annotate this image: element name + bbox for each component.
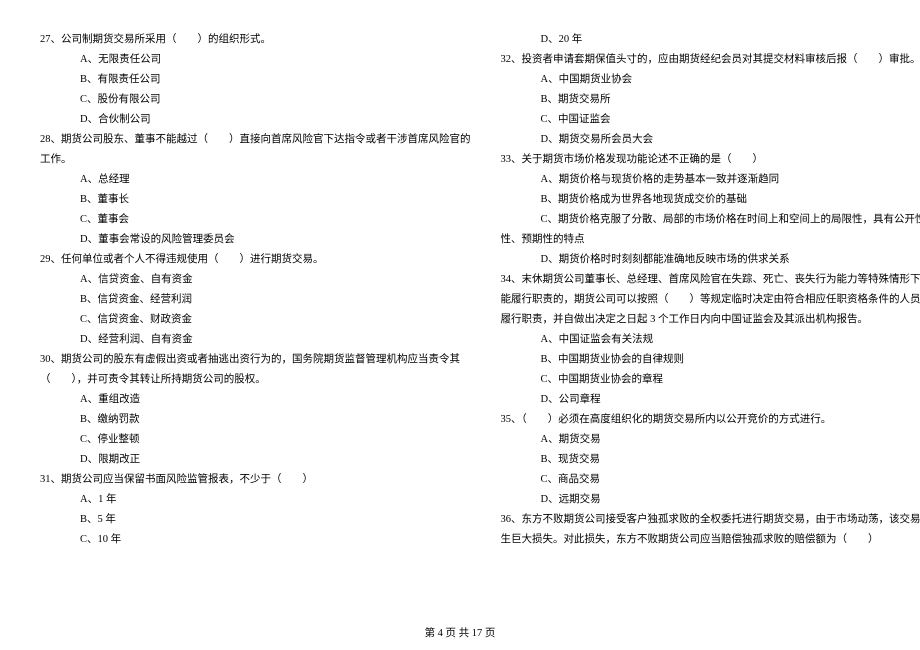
option: B、董事长: [40, 190, 471, 210]
option: B、中国期货业协会的自律规则: [501, 350, 920, 370]
option: C、信贷资金、财政资金: [40, 310, 471, 330]
option: D、限期改正: [40, 450, 471, 470]
option: D、远期交易: [501, 490, 920, 510]
option: C、期货价格克服了分散、局部的市场价格在时间上和空间上的局限性，具有公开性、连续: [501, 210, 920, 230]
question-35: 35、（ ）必须在高度组织化的期货交易所内以公开竞价的方式进行。: [501, 410, 920, 430]
option: D、期货交易所会员大会: [501, 130, 920, 150]
option: A、1 年: [40, 490, 471, 510]
question-30: 30、期货公司的股东有虚假出资或者抽逃出资行为的，国务院期货监督管理机构应当责令…: [40, 350, 471, 370]
option: A、中国证监会有关法规: [501, 330, 920, 350]
option: B、缴纳罚款: [40, 410, 471, 430]
option: D、经营利润、自有资金: [40, 330, 471, 350]
question-36: 36、东方不败期货公司接受客户独孤求败的全权委托进行期货交易，由于市场动荡，该交…: [501, 510, 920, 530]
option: B、期货交易所: [501, 90, 920, 110]
option: C、董事会: [40, 210, 471, 230]
option: C、10 年: [40, 530, 471, 550]
question-34-cont2: 履行职责，并自做出决定之日起 3 个工作日内向中国证监会及其派出机构报告。: [501, 310, 920, 330]
option: D、公司章程: [501, 390, 920, 410]
question-33: 33、关于期货市场价格发现功能论述不正确的是（ ）: [501, 150, 920, 170]
question-27: 27、公司制期货交易所采用（ ）的组织形式。: [40, 30, 471, 50]
option: C、停业整顿: [40, 430, 471, 450]
question-32: 32、投资者申请套期保值头寸的，应由期货经纪会员对其提交材料审核后报（ ）审批。: [501, 50, 920, 70]
option: C、中国证监会: [501, 110, 920, 130]
page-content: 27、公司制期货交易所采用（ ）的组织形式。 A、无限责任公司 B、有限责任公司…: [40, 30, 880, 610]
option: B、期货价格成为世界各地现货成交价的基础: [501, 190, 920, 210]
option: C、股份有限公司: [40, 90, 471, 110]
question-31: 31、期货公司应当保留书面风险监管报表，不少于（ ）: [40, 470, 471, 490]
option: C、中国期货业协会的章程: [501, 370, 920, 390]
option: D、20 年: [501, 30, 920, 50]
question-36-cont: 生巨大损失。对此损失，东方不败期货公司应当赔偿独孤求败的赔偿额为（ ）: [501, 530, 920, 550]
option: B、现货交易: [501, 450, 920, 470]
question-29: 29、任何单位或者个人不得违规使用（ ）进行期货交易。: [40, 250, 471, 270]
option: B、有限责任公司: [40, 70, 471, 90]
option: B、信贷资金、经营利润: [40, 290, 471, 310]
option: B、5 年: [40, 510, 471, 530]
option: A、信贷资金、自有资金: [40, 270, 471, 290]
right-column: D、20 年 32、投资者申请套期保值头寸的，应由期货经纪会员对其提交材料审核后…: [501, 30, 920, 610]
question-34: 34、末休期货公司董事长、总经理、首席风险官在失踪、死亡、丧失行为能力等特殊情形…: [501, 270, 920, 290]
option: A、无限责任公司: [40, 50, 471, 70]
left-column: 27、公司制期货交易所采用（ ）的组织形式。 A、无限责任公司 B、有限责任公司…: [40, 30, 471, 610]
option: D、董事会常设的风险管理委员会: [40, 230, 471, 250]
question-28: 28、期货公司股东、董事不能越过（ ）直接向首席风险官下达指令或者干涉首席风险官…: [40, 130, 471, 150]
option: C、商品交易: [501, 470, 920, 490]
option: A、总经理: [40, 170, 471, 190]
option: D、合伙制公司: [40, 110, 471, 130]
question-33-c-cont: 性、预期性的特点: [501, 230, 920, 250]
page-footer: 第 4 页 共 17 页: [0, 625, 920, 640]
option: A、重组改造: [40, 390, 471, 410]
option: A、期货价格与现货价格的走势基本一致并逐渐趋同: [501, 170, 920, 190]
option: A、中国期货业协会: [501, 70, 920, 90]
option: D、期货价格时时刻刻都能准确地反映市场的供求关系: [501, 250, 920, 270]
question-34-cont: 能履行职责的，期货公司可以按照（ ）等规定临时决定由符合相应任职资格条件的人员代…: [501, 290, 920, 310]
question-28-cont: 工作。: [40, 150, 471, 170]
option: A、期货交易: [501, 430, 920, 450]
question-30-cont: （ ），并可责令其转让所持期货公司的股权。: [40, 370, 471, 390]
